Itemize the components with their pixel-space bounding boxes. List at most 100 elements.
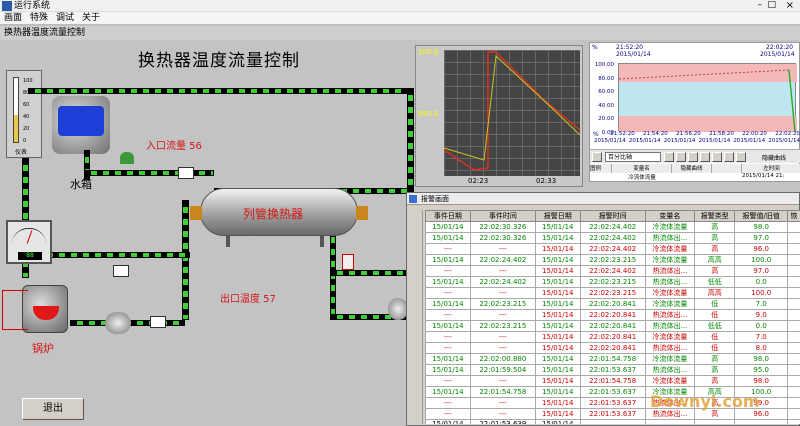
menu-item-debug[interactable]: 调试 xyxy=(52,12,78,25)
alarm-cell: 95.0 xyxy=(734,364,788,376)
alarm-cell: 22:02:23.215 xyxy=(469,320,536,332)
alarm-cell: 96.0 xyxy=(734,243,788,255)
alarm-row[interactable]: --- --- 15/01/14 22:02:20.841 冷流体流量低 7.0 xyxy=(425,331,800,343)
zoom-in-icon[interactable] xyxy=(664,152,674,162)
alarm-cell: 15/01/14 xyxy=(534,419,581,424)
col-recover[interactable]: 恢 xyxy=(786,210,800,222)
alarm-cell xyxy=(786,243,800,255)
alarm-row[interactable]: 15/01/14 22:02:23.215 15/01/14 22:02:20.841… xyxy=(425,320,800,332)
alarm-row[interactable]: 15/01/14 22:02:30.326 15/01/14 22:02:24.402… xyxy=(425,232,800,244)
alarm-cell: 15/01/14 xyxy=(425,320,471,332)
alarm-row[interactable]: --- --- 15/01/14 22:02:24.402 热流体出... 高 97.0 xyxy=(425,265,800,277)
window-title: 运行系统 xyxy=(14,1,51,11)
alarm-row[interactable]: 15/01/14 22:02:24.402 15/01/14 22:02:23.215… xyxy=(425,276,800,288)
save-icon[interactable] xyxy=(724,152,734,162)
print-icon[interactable] xyxy=(700,152,710,162)
alarm-row[interactable]: 15/01/14 22:02:24.402 15/01/14 22:02:23.215… xyxy=(425,254,800,266)
refresh-icon[interactable] xyxy=(688,152,698,162)
alarm-cell: 22:02:23.215 xyxy=(469,298,536,310)
alarm-row[interactable]: 15/01/14 22:02:00.880 15/01/14 22:01:54.758… xyxy=(425,353,800,365)
alarm-row[interactable]: --- --- 15/01/14 22:02:24.402 冷流体流量高 96.0 xyxy=(425,243,800,255)
alarm-cell: 热流体出... xyxy=(644,265,696,277)
alarm-cell: --- xyxy=(425,408,471,420)
col-variable[interactable]: 变量名 xyxy=(644,210,696,222)
alarm-cell: 15/01/14 xyxy=(534,243,581,255)
exit-button[interactable]: 退出 xyxy=(22,398,84,420)
col-event-date[interactable]: 事件日期 xyxy=(425,210,471,222)
alarm-cell: --- xyxy=(469,243,536,255)
alarm-cell: 22:01:53.637 xyxy=(579,386,646,398)
alarm-cell: 15/01/14 xyxy=(425,232,471,244)
bowtie-valve-icon[interactable] xyxy=(113,265,129,277)
settings-icon[interactable] xyxy=(712,152,722,162)
level-gauge: 100 80 60 40 20 0 仪表 xyxy=(6,70,42,158)
exchanger-label: 列管换热器 xyxy=(243,207,304,221)
alarm-cell: 15/01/14 xyxy=(425,254,471,266)
alarm-cell: 7.0 xyxy=(734,331,788,343)
next-icon[interactable] xyxy=(736,152,746,162)
maximize-icon[interactable]: □ xyxy=(767,0,776,10)
col-alarm-type[interactable]: 报警类型 xyxy=(694,210,736,222)
col-alarm-date[interactable]: 报警日期 xyxy=(534,210,581,222)
gauge-label: 仪表 xyxy=(15,149,28,156)
alarm-cell xyxy=(786,265,800,277)
alarm-cell: --- xyxy=(425,397,471,409)
prev-icon[interactable] xyxy=(592,152,602,162)
alarm-cell: 热流体出... xyxy=(644,342,696,354)
col-event-time[interactable]: 事件时间 xyxy=(469,210,536,222)
alarm-cell: 高 xyxy=(694,353,736,365)
top-right-date: 2015/01/14 xyxy=(760,51,795,58)
trend-table-row[interactable]: 冷流体流量 2015/01/14 21: xyxy=(590,173,800,181)
pump xyxy=(388,298,408,320)
menu-item-about[interactable]: 关于 xyxy=(78,12,104,25)
alarm-row[interactable]: 15/01/1422:01:53.63915/01/14 xyxy=(425,419,800,424)
hide-curve-button[interactable]: 隐藏曲线 xyxy=(762,153,786,162)
alarm-cell: 22:01:53.637 xyxy=(579,397,646,409)
heat-exchanger: 列管换热器 xyxy=(200,188,358,236)
alarm-cell: 冷流体流量 xyxy=(644,375,696,387)
alarm-cell: 15/01/14 xyxy=(534,265,581,277)
close-icon[interactable]: × xyxy=(786,0,794,11)
alarm-row[interactable]: --- --- 15/01/14 22:02:20.841 热流体出... 低 8.0 xyxy=(425,342,800,354)
alarm-cell xyxy=(786,276,800,288)
trend-plot-area xyxy=(444,50,580,176)
inlet-valve[interactable] xyxy=(120,152,134,164)
alarm-cell: 22:02:20.841 xyxy=(579,298,646,310)
alarm-row[interactable]: --- --- 15/01/14 22:02:23.215 冷流体流量 高高 100.0 xyxy=(425,287,800,299)
app-icon xyxy=(2,1,12,11)
alarm-row[interactable]: 15/01/14 22:01:59.504 15/01/14 22:01:53.637… xyxy=(425,364,800,376)
alarm-cell: --- xyxy=(469,331,536,343)
alarm-cell: 22:02:24.402 xyxy=(579,265,646,277)
alarm-row[interactable]: 15/01/14 22:02:30.326 15/01/14 22:02:24.402… xyxy=(425,221,800,233)
col-alarm-value[interactable]: 报警值/旧值 xyxy=(734,210,788,222)
bowtie-valve-icon[interactable] xyxy=(178,167,194,179)
zoom-out-icon[interactable] xyxy=(676,152,686,162)
alarm-cell: 15/01/14 xyxy=(534,298,581,310)
alarm-cell: 22:02:00.880 xyxy=(469,353,536,365)
alarm-cell: 100.0 xyxy=(734,287,788,299)
alarm-cell: 高 xyxy=(694,364,736,376)
minimize-icon[interactable]: – xyxy=(758,0,763,10)
trend-ymid: 050.0 xyxy=(418,110,439,118)
alarm-cell: --- xyxy=(425,243,471,255)
alarm-cell: 低 xyxy=(694,298,736,310)
alarm-row[interactable]: 15/01/14 22:02:23.215 15/01/14 22:02:20.841… xyxy=(425,298,800,310)
bowtie-valve-icon[interactable] xyxy=(150,316,166,328)
alarm-row[interactable]: --- --- 15/01/14 22:02:20.841 热流体出... 低 9.0 xyxy=(425,309,800,321)
alarm-cell: 22:02:20.841 xyxy=(579,331,646,343)
axis-mode-select[interactable]: 百分比轴 xyxy=(605,152,661,162)
menu-item-screen[interactable]: 画面 xyxy=(0,12,26,25)
alarm-cell: 冷流体流量 xyxy=(644,331,696,343)
alarm-cell: 7.0 xyxy=(734,298,788,310)
alarm-titlebar: 报警画面 xyxy=(407,193,799,205)
col-alarm-time[interactable]: 报警时间 xyxy=(579,210,646,222)
inlet-flow-label: 入口流量 56 xyxy=(146,141,202,152)
alarm-row[interactable]: --- --- 15/01/14 22:01:54.758 冷流体流量高 98.0 xyxy=(425,375,800,387)
alarm-cell: 冷流体流量 xyxy=(644,243,696,255)
menu-item-special[interactable]: 特殊 xyxy=(26,12,52,25)
pump xyxy=(105,312,131,334)
alarm-cell: 热流体出... xyxy=(644,320,696,332)
screen-caption: 换热器温度流量控制 xyxy=(0,26,800,40)
alarm-cell: 9.0 xyxy=(734,309,788,321)
alarm-cell xyxy=(786,397,800,409)
